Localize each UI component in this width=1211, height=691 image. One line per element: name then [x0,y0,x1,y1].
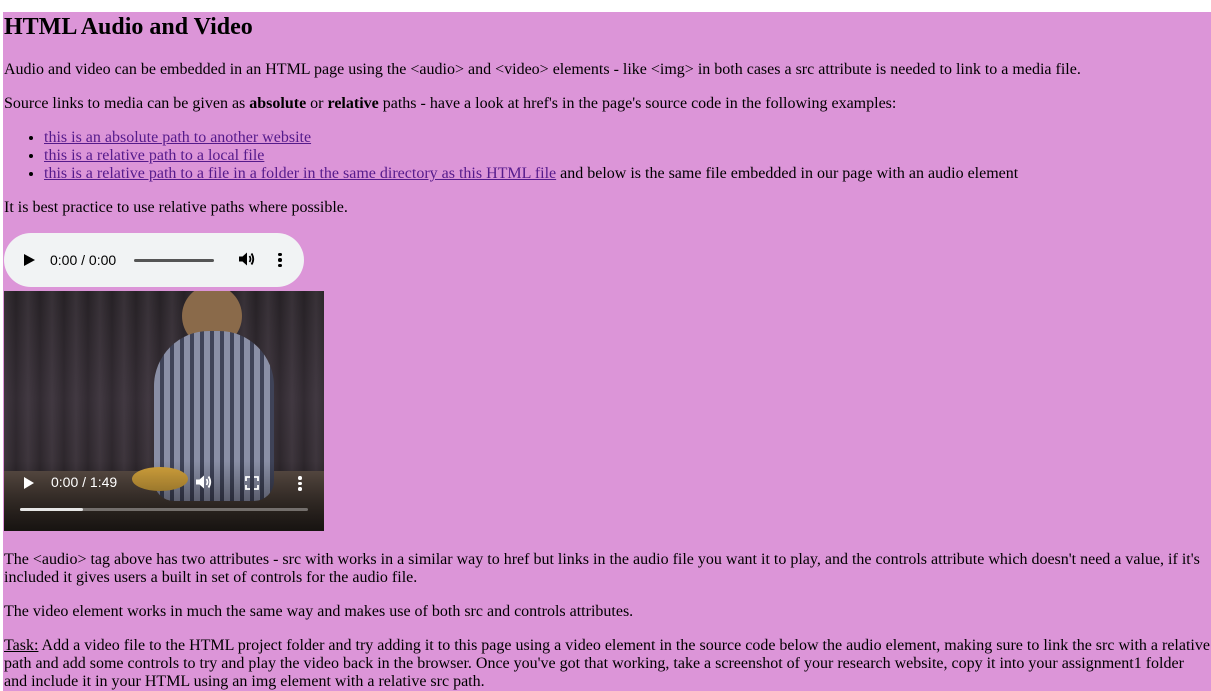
example-links-list: this is an absolute path to another webs… [4,129,1210,183]
absolute-path-link[interactable]: this is an absolute path to another webs… [44,129,311,146]
task-label: Task: [4,637,39,654]
video-progress-fill [20,508,84,511]
fullscreen-icon[interactable] [245,476,259,495]
page-title: HTML Audio and Video [4,14,253,40]
list-item: this is an absolute path to another webs… [44,129,1210,147]
task-paragraph: Task: Add a video file to the HTML proje… [4,637,1210,691]
list-item: this is a relative path to a file in a f… [44,165,1210,183]
source-text-middle: or [306,95,328,112]
source-text-after: paths - have a look at href's in the pag… [378,95,897,112]
audio-explanation-paragraph: The <audio> tag above has two attributes… [4,551,1200,586]
page-body: HTML Audio and Video Audio and video can… [3,12,1211,691]
source-links-paragraph: Source links to media can be given as ab… [4,95,1210,113]
relative-keyword: relative [327,95,379,112]
video-time-display: 0:00 / 1:49 [51,474,118,490]
best-practice-paragraph: It is best practice to use relative path… [4,199,348,216]
audio-player[interactable]: 0:00 / 0:00 [4,233,304,287]
absolute-keyword: absolute [249,95,307,112]
list-item: this is a relative path to a local file [44,147,1210,165]
relative-local-file-link[interactable]: this is a relative path to a local file [44,147,264,164]
play-icon[interactable] [24,477,34,489]
page-content: HTML Audio and Video Audio and video can… [3,12,1211,691]
more-options-icon[interactable] [298,476,302,491]
video-progress-bar[interactable] [20,508,308,511]
play-icon[interactable] [24,254,35,266]
audio-progress-bar[interactable] [134,258,215,262]
video-explanation-paragraph: The video element works in much the same… [4,603,634,620]
intro-paragraph: Audio and video can be embedded in an HT… [4,61,1081,78]
more-options-icon[interactable] [278,252,282,268]
source-text-before: Source links to media can be given as [4,95,250,112]
relative-folder-file-link[interactable]: this is a relative path to a file in a f… [44,165,556,182]
link-suffix: and below is the same file embedded in o… [556,165,1019,182]
audio-time-display: 0:00 / 0:00 [50,252,117,268]
video-controls-bar [4,461,324,531]
volume-icon[interactable] [195,474,213,495]
task-text: Add a video file to the HTML project fol… [4,637,1210,690]
volume-icon[interactable] [238,251,256,270]
video-player[interactable]: 0:00 / 1:49 [4,291,324,531]
